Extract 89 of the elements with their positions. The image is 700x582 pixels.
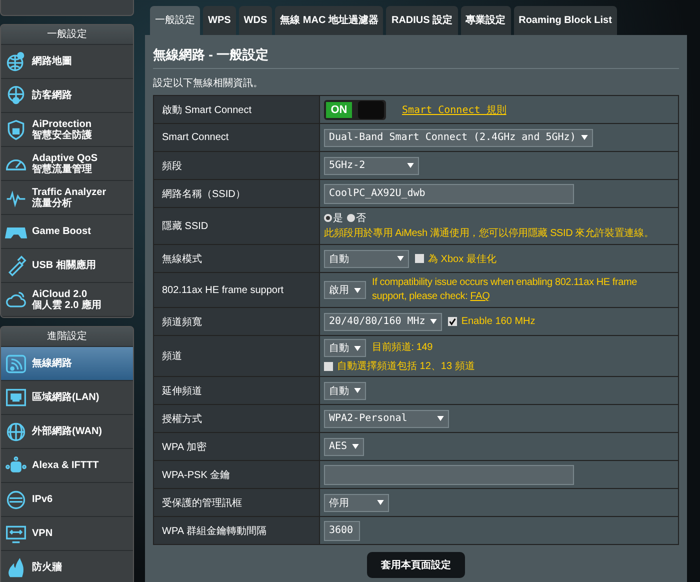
- section-header: 一般設定: [1, 25, 133, 45]
- map-icon: [5, 50, 27, 72]
- field-label: 頻道頻寬: [154, 308, 320, 335]
- caret-icon: [430, 319, 438, 324]
- menu-sublabel: 智慧流量管理: [32, 164, 93, 174]
- checkbox[interactable]: [415, 254, 424, 263]
- field-label: 延伸頻道: [154, 377, 320, 404]
- lan-icon: [5, 386, 27, 408]
- field-label: 網路名稱（SSID）: [154, 180, 320, 207]
- dropdown[interactable]: AES: [324, 438, 364, 456]
- menu-label: USB 相關應用: [32, 260, 96, 271]
- caret-icon: [354, 388, 361, 393]
- tab[interactable]: WPS: [203, 6, 236, 35]
- field-label: 802.11ax HE frame support: [154, 273, 320, 307]
- menu-label: Traffic Analyzer: [32, 186, 106, 198]
- tab[interactable]: RADIUS 設定: [386, 6, 458, 35]
- tab[interactable]: 專業設定: [460, 6, 511, 35]
- dropdown[interactable]: 啟用: [324, 281, 366, 299]
- checkbox-label: 自動選擇頻道包括 12、13 頻道: [337, 360, 475, 373]
- hint-text: 目前頻道: 149: [372, 341, 432, 355]
- field-label: Smart Connect: [154, 124, 320, 151]
- dropdown[interactable]: 自動: [324, 339, 366, 357]
- checkbox-label: 為 Xbox 最佳化: [428, 252, 496, 266]
- tab[interactable]: WDS: [238, 6, 272, 35]
- menu-label: 防火牆: [32, 562, 62, 573]
- menu-label: 訪客網路: [32, 90, 72, 101]
- field-label: 啟動 Smart Connect: [154, 96, 320, 123]
- dropdown[interactable]: WPA2-Personal: [324, 410, 449, 428]
- menu-label: 無線網路: [32, 358, 72, 369]
- tab[interactable]: Roaming Block List: [514, 6, 617, 35]
- caret-icon: [407, 163, 414, 168]
- menu-sublabel: 智慧安全防護: [32, 130, 92, 140]
- rules-link[interactable]: Smart Connect 規則: [402, 102, 506, 116]
- menu-item[interactable]: [0, 0, 134, 16]
- field-label: 受保護的管理訊框: [154, 489, 320, 516]
- menu-sublabel: 個人雲 2.0 應用: [32, 300, 102, 310]
- caret-icon: [377, 500, 384, 505]
- caret-icon: [352, 444, 360, 449]
- tab[interactable]: 無線 MAC 地址過濾器: [275, 6, 384, 35]
- field-label: 授權方式: [154, 405, 320, 432]
- radio-option[interactable]: 否: [347, 211, 366, 225]
- field-label: 無線模式: [154, 245, 320, 272]
- field-label: 頻段: [154, 152, 320, 179]
- menu-label: AiProtection: [32, 118, 92, 130]
- dropdown[interactable]: 停用: [324, 494, 389, 512]
- menu-label: Alexa & IFTTT: [32, 460, 99, 471]
- menu-label: VPN: [32, 528, 53, 539]
- dropdown[interactable]: 自動: [324, 382, 366, 400]
- description: 設定以下無線相關資訊。: [153, 76, 264, 90]
- tab[interactable]: 一般設定: [150, 6, 200, 35]
- menu-label: IPv6: [32, 494, 53, 505]
- checkbox[interactable]: [324, 362, 333, 370]
- field-label: WPA 加密: [154, 433, 320, 460]
- field-label: WPA-PSK 金鑰: [154, 461, 320, 488]
- menu-label: 網路地圖: [32, 56, 72, 67]
- caret-icon: [437, 416, 444, 421]
- menu-label: Game Boost: [32, 226, 91, 237]
- caret-icon: [354, 346, 361, 350]
- apply-button[interactable]: 套用本頁面設定: [367, 552, 465, 578]
- input-field[interactable]: 3600: [324, 520, 360, 540]
- hint-text: 此頻段用於專用 AiMesh 溝通使用，您可以停用隱藏 SSID 來允許裝置連線。: [324, 227, 654, 241]
- globe-icon: [5, 420, 27, 442]
- field-label: 隱藏 SSID: [154, 208, 320, 244]
- menu-label: 區域網路(LAN): [32, 392, 100, 403]
- dropdown[interactable]: Dual-Band Smart Connect (2.4GHz and 5GHz): [324, 128, 593, 146]
- hint-text: If compatibility issue occurs when enabling 802.11ax HE frame support, please check: FAQ: [372, 276, 638, 304]
- field-label: 頻道: [154, 336, 320, 376]
- dropdown[interactable]: 5GHz-2: [324, 156, 419, 174]
- menu-label: 外部網路(WAN): [32, 426, 102, 437]
- menu-label: Adaptive QoS: [32, 152, 98, 164]
- input-field[interactable]: [324, 464, 574, 484]
- input-field[interactable]: CoolPC_AX92U_dwb: [324, 184, 574, 204]
- caret-icon: [580, 135, 588, 140]
- section-header: 進階設定: [1, 327, 133, 347]
- page-title: 無線網路 - 一般設定: [153, 46, 270, 64]
- sidebar-item[interactable]: 無線網路: [1, 347, 133, 381]
- checkbox[interactable]: [448, 317, 458, 326]
- shield-icon: [5, 118, 27, 140]
- wifi-icon: [5, 352, 27, 374]
- radio-option[interactable]: 是: [324, 211, 343, 225]
- caret-icon: [397, 256, 404, 261]
- faq-link[interactable]: FAQ: [470, 291, 490, 302]
- dropdown[interactable]: 自動: [324, 250, 409, 268]
- dropdown[interactable]: 20/40/80/160 MHz: [324, 312, 442, 330]
- field-label: WPA 群組金鑰轉動間隔: [154, 517, 320, 544]
- menu-sublabel: 流量分析: [32, 198, 72, 208]
- caret-icon: [354, 288, 361, 292]
- checkbox-label: Enable 160 MHz: [461, 316, 536, 327]
- menu-label: AiCloud 2.0: [32, 288, 88, 300]
